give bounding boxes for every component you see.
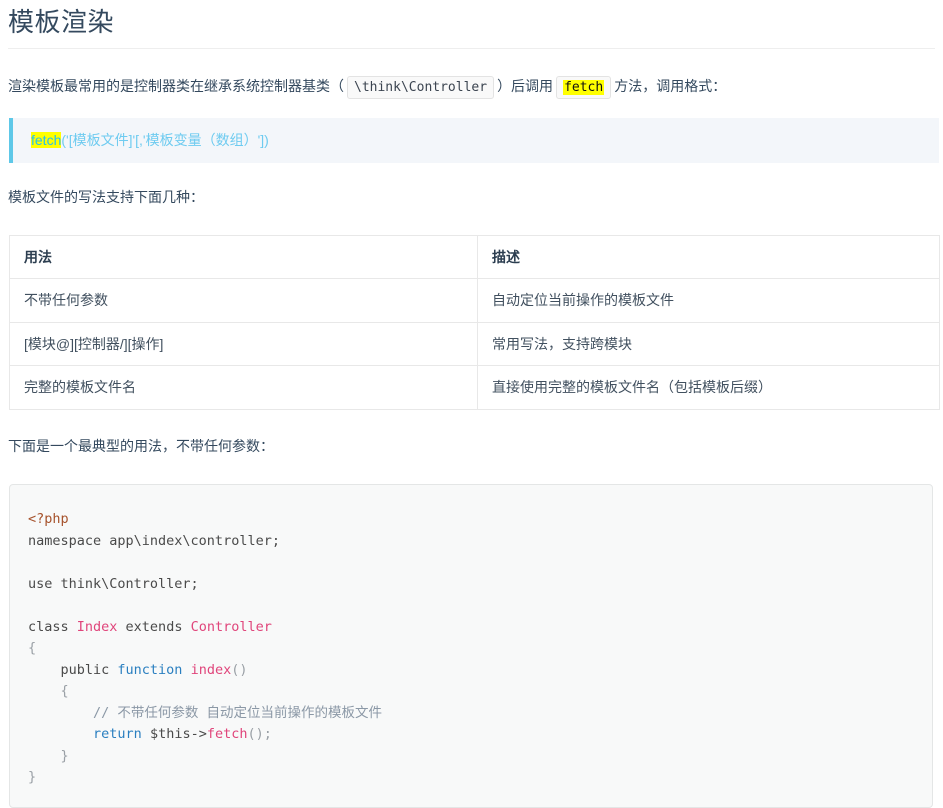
intro-text-before: 渲染模板最常用的是控制器类在继承系统控制器基类（ (8, 77, 344, 94)
code-line-php-open: <?php (28, 511, 69, 528)
code-intro-paragraph: 下面是一个最典型的用法，不带任何参数： (8, 437, 274, 454)
table-cell-usage: 不带任何参数 (9, 278, 478, 323)
signature-rest: ('[模板文件]'[,'模板变量（数组）']) (61, 131, 269, 148)
table-row: [模块@][控制器/][操作] 常用写法，支持跨模块 (9, 321, 940, 367)
inline-code-fetch: fetch (556, 75, 612, 99)
table-cell-description: 直接使用完整的模板文件名（包括模板后缀） (477, 365, 940, 410)
table-cell-description: 自动定位当前操作的模板文件 (477, 278, 940, 323)
code-line-return: return $this->fetch(); (93, 726, 272, 743)
table-row: 完整的模板文件名 直接使用完整的模板文件名（包括模板后缀） (9, 365, 940, 410)
code-line-method-close-brace: } (28, 747, 69, 764)
code-line-method-decl: public function index() (28, 661, 248, 678)
intro-text-after: 方法，调用格式： (614, 77, 727, 94)
code-line-close-brace: } (28, 769, 37, 786)
inline-code-base-class: \think\Controller (347, 75, 495, 99)
signature-highlight: fetch (31, 131, 62, 148)
php-code-block: <?php namespace app\index\controller; us… (9, 484, 933, 808)
code-line-namespace: namespace app\index\controller; (28, 532, 280, 549)
code-line-use: use think\Controller; (28, 575, 199, 592)
table-row: 不带任何参数 自动定位当前操作的模板文件 (9, 278, 940, 323)
intro-paragraph: 渲染模板最常用的是控制器类在继承系统控制器基类（ \think\Controlle… (8, 49, 935, 100)
code-line-open-brace: { (28, 640, 37, 657)
table-intro-paragraph: 模板文件的写法支持下面几种： (8, 188, 204, 205)
table-header-description: 描述 (477, 235, 940, 280)
code-line-class-decl: class Index extends Controller (28, 618, 272, 635)
table-cell-usage: [模块@][控制器/][操作] (9, 321, 478, 367)
table-cell-usage: 完整的模板文件名 (9, 365, 478, 410)
intro-text-middle: ）后调用 (497, 77, 554, 94)
table-header-usage: 用法 (9, 235, 478, 280)
document-page: 模板渲染 渲染模板最常用的是控制器类在继承系统控制器基类（ \think\Cont… (0, 0, 943, 808)
method-signature-block: fetch('[模板文件]'[,'模板变量（数组）']) (9, 117, 939, 163)
code-line-comment: // 不带任何参数 自动定位当前操作的模板文件 (28, 704, 383, 721)
usage-table: 用法 描述 不带任何参数 自动定位当前操作的模板文件 [模块@][控制器/][操… (9, 235, 940, 410)
fetch-highlight: fetch (563, 79, 605, 95)
table-header-row: 用法 描述 (9, 235, 940, 280)
page-title: 模板渲染 (8, 7, 115, 37)
code-line-method-open-brace: { (28, 683, 69, 700)
table-cell-description: 常用写法，支持跨模块 (477, 321, 940, 367)
